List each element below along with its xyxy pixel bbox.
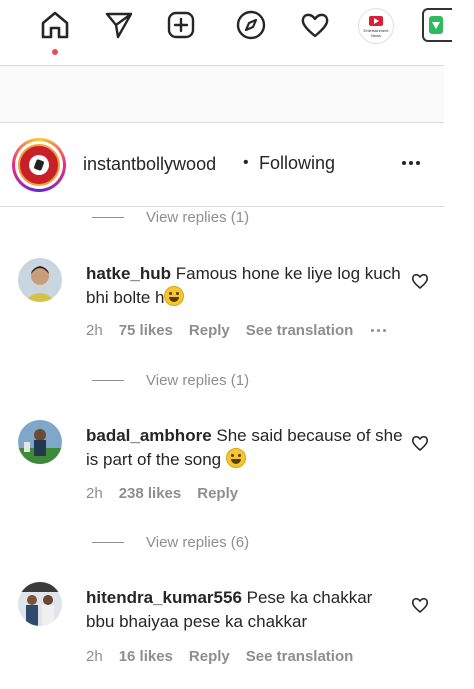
- comment-username[interactable]: hatke_hub: [86, 264, 171, 283]
- laughing-emoji-icon: [164, 286, 185, 306]
- following-button[interactable]: Following: [259, 153, 335, 174]
- view-replies-label: View replies (6): [146, 533, 250, 551]
- comment-options-icon[interactable]: [371, 329, 387, 332]
- like-heart-icon[interactable]: [410, 433, 430, 453]
- reply-button[interactable]: Reply: [197, 485, 238, 502]
- comment-text: hatke_hub Famous hone ke liye log kuch b…: [86, 262, 404, 310]
- comment-text: hitendra_kumar556 Pese ka chakkar bbu bh…: [86, 586, 404, 634]
- play-tv-icon: [369, 16, 383, 26]
- comment-time: 2h: [86, 485, 103, 502]
- view-replies-label: View replies (1): [146, 371, 250, 389]
- grinning-sweat-emoji-icon: [225, 448, 246, 468]
- view-replies-button[interactable]: View replies (1): [92, 370, 249, 390]
- comment-username[interactable]: badal_ambhore: [86, 426, 212, 445]
- reply-button[interactable]: Reply: [189, 648, 230, 665]
- like-heart-icon[interactable]: [410, 595, 430, 615]
- view-replies-button[interactable]: View replies (1): [92, 207, 249, 227]
- comment-likes[interactable]: 75 likes: [119, 322, 173, 339]
- post-author-avatar[interactable]: [12, 138, 66, 192]
- comment-username[interactable]: hitendra_kumar556: [86, 588, 242, 607]
- comment-meta: 2h 75 likes Reply See translation: [86, 322, 387, 339]
- direct-message-icon[interactable]: [100, 6, 138, 44]
- new-post-icon[interactable]: [162, 6, 200, 44]
- download-extension-button[interactable]: [422, 8, 452, 42]
- comment-meta: 2h 16 likes Reply See translation: [86, 648, 369, 665]
- commenter-avatar[interactable]: [18, 582, 62, 626]
- explore-compass-icon[interactable]: [232, 6, 270, 44]
- post-username[interactable]: instantbollywood: [83, 154, 216, 175]
- comment-likes[interactable]: 238 likes: [119, 485, 182, 502]
- like-heart-icon[interactable]: [410, 271, 430, 291]
- profile-caption: Entertainment News: [363, 28, 389, 38]
- comment-meta: 2h 238 likes Reply: [86, 485, 254, 502]
- activity-heart-icon[interactable]: [296, 6, 334, 44]
- top-navigation: Entertainment News: [0, 0, 474, 62]
- see-translation-button[interactable]: See translation: [246, 322, 354, 339]
- profile-avatar[interactable]: Entertainment News: [358, 8, 394, 44]
- separator-bullet: •: [243, 154, 249, 171]
- view-replies-button[interactable]: View replies (6): [92, 532, 249, 552]
- comment-text: badal_ambhore She said because of she is…: [86, 424, 404, 472]
- comment-time: 2h: [86, 322, 103, 339]
- commenter-avatar[interactable]: [18, 420, 62, 464]
- comment-likes[interactable]: 16 likes: [119, 648, 173, 665]
- reply-button[interactable]: Reply: [189, 322, 230, 339]
- notification-dot: [52, 49, 58, 55]
- view-replies-label: View replies (1): [146, 208, 250, 226]
- instantbollywood-logo: [18, 144, 60, 186]
- more-options-icon[interactable]: [398, 152, 424, 174]
- post-header: instantbollywood • Following: [0, 132, 444, 196]
- commenter-avatar[interactable]: [18, 258, 62, 302]
- home-icon[interactable]: [36, 6, 74, 44]
- see-translation-button[interactable]: See translation: [246, 648, 354, 665]
- comment-time: 2h: [86, 648, 103, 665]
- download-arrow-icon: [429, 16, 443, 34]
- divider: [0, 122, 444, 123]
- post-media-area: [0, 66, 444, 122]
